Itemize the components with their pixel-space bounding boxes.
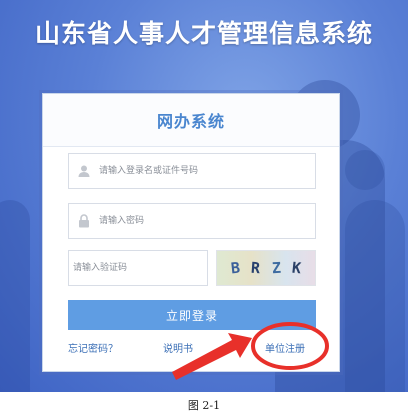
user-icon: [69, 164, 99, 178]
forgot-password-link[interactable]: 忘记密码？: [68, 340, 118, 355]
login-button[interactable]: 立即登录: [68, 300, 316, 330]
captcha-input[interactable]: [73, 251, 207, 285]
captcha-image[interactable]: B R Z K: [216, 250, 316, 286]
password-input[interactable]: [99, 204, 315, 238]
card-title: 网办系统: [43, 94, 339, 147]
background-person-left: [0, 200, 30, 392]
username-input[interactable]: [99, 154, 315, 188]
captcha-char: Z: [271, 258, 281, 278]
page-title: 山东省人事人才管理信息系统: [34, 19, 373, 48]
captcha-char: B: [230, 258, 242, 278]
background-person-right: [345, 200, 405, 392]
login-card: 网办系统 B R Z K 立即登录 忘记密码？ 说明书 个 单位注册: [42, 93, 340, 372]
captcha-char: R: [250, 258, 262, 278]
password-field[interactable]: [68, 203, 316, 239]
captcha-field[interactable]: [68, 250, 208, 286]
unit-register-link[interactable]: 单位注册: [265, 340, 305, 355]
background-person-right-head: [345, 150, 385, 190]
captcha-char: K: [290, 258, 302, 278]
lock-icon: [69, 214, 99, 228]
partial-link[interactable]: 个: [225, 340, 235, 355]
manual-link[interactable]: 说明书: [163, 340, 193, 355]
username-field[interactable]: [68, 153, 316, 189]
footer-links: 忘记密码？ 说明书 个 单位注册: [43, 340, 339, 360]
figure-caption: 图 2-1: [187, 399, 221, 412]
